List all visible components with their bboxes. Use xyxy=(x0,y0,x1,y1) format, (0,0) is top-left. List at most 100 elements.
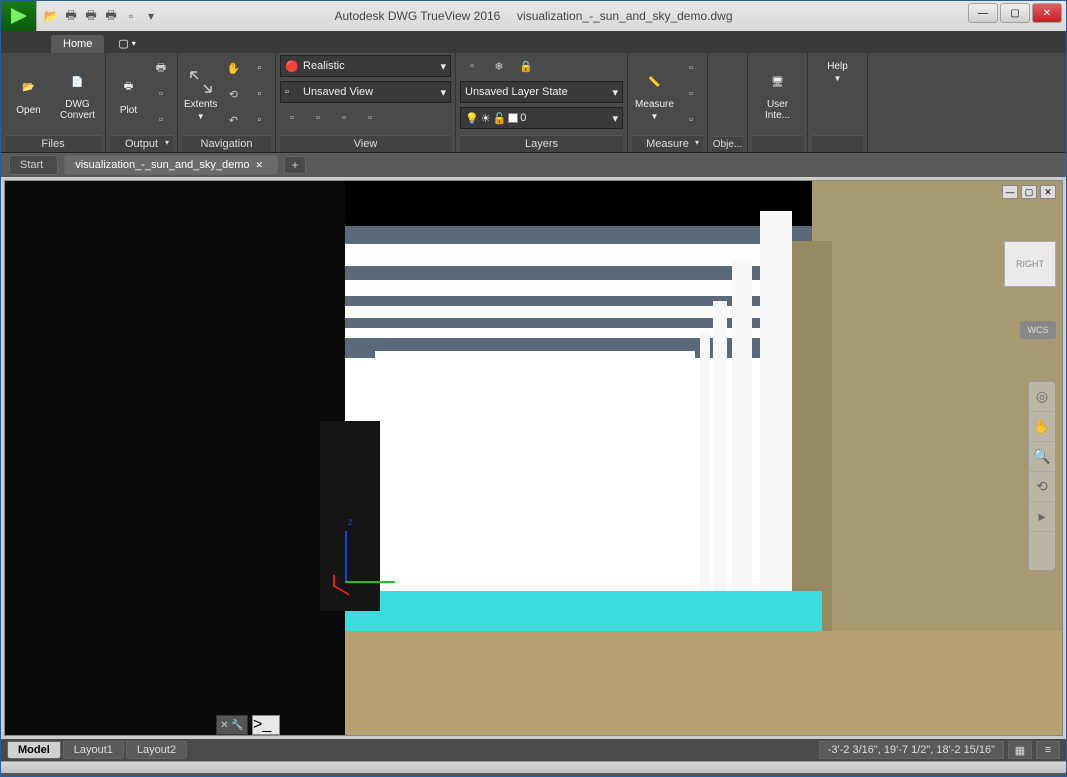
layer-current-dropdown[interactable]: 💡 ☀ 🔓 0 ▾ xyxy=(460,107,623,129)
close-tab-icon[interactable]: ✕ xyxy=(256,160,264,171)
layer-state-dropdown[interactable]: Unsaved Layer State ▾ xyxy=(460,81,623,103)
chevron-down-icon: ▾ xyxy=(440,60,446,73)
panel-output-label: Output▾ xyxy=(110,135,173,152)
drawing-viewport[interactable]: — ▢ ✕ RIGHT WCS ◎ ✋ 🔍 ⟲ ▸ xyxy=(4,180,1063,736)
doc-name: visualization_-_sun_and_sky_demo.dwg xyxy=(517,9,732,23)
view-tool-1-icon[interactable]: ▫ xyxy=(280,107,304,129)
layer-freeze-icon[interactable]: ❄ xyxy=(487,55,511,77)
viewport-maximize-icon[interactable]: ▢ xyxy=(1021,185,1037,199)
status-customize-icon[interactable]: ≡ xyxy=(1036,741,1060,759)
batch-plot-icon[interactable]: 🖶 xyxy=(149,57,173,79)
nav-icon-2[interactable]: ▫ xyxy=(247,83,271,105)
quick-access-toolbar: 📂 🖶 🖶 🖶 ▫ ▾ xyxy=(43,8,159,24)
user-interface-button[interactable]: 🖥 User Inte... xyxy=(752,55,803,133)
save-icon[interactable]: 🖶 xyxy=(63,8,79,24)
pan-icon[interactable]: ✋ xyxy=(221,57,245,79)
scene-3d xyxy=(5,181,1062,735)
application-menu-button[interactable] xyxy=(1,1,37,31)
sphere-icon: 🔴 xyxy=(285,59,299,73)
saved-view-dropdown[interactable]: ▫Unsaved View▾ xyxy=(280,81,451,103)
panel-ui-label xyxy=(752,135,803,152)
measure-tool-3-icon[interactable]: ▫ xyxy=(679,109,703,131)
panel-measure: 📏 Measure ▼ ▫ ▫ ▫ Measure▾ xyxy=(628,53,708,152)
panel-obj-label[interactable]: Obje... xyxy=(712,136,743,152)
layout-tab-1[interactable]: Layout1 xyxy=(63,741,124,759)
showmotion-icon[interactable]: ▸ xyxy=(1029,502,1055,532)
help-label: Help xyxy=(827,61,848,72)
plot-icon[interactable]: 🖶 xyxy=(83,8,99,24)
view-icon: ▫ xyxy=(285,85,299,99)
nav-icon-3[interactable]: ▫ xyxy=(247,109,271,131)
tab-add[interactable]: ▢ ▾ xyxy=(108,34,145,53)
visual-style-value: Realistic xyxy=(303,60,345,72)
file-tabs: Start visualization_-_sun_and_sky_demo✕ … xyxy=(1,153,1066,177)
print-icon[interactable]: 🖶 xyxy=(103,8,119,24)
nav-icon-1[interactable]: ▫ xyxy=(247,57,271,79)
file-tab-start[interactable]: Start xyxy=(9,155,58,175)
orbit-icon[interactable]: ⟲ xyxy=(221,83,245,105)
layer-state-value: Unsaved Layer State xyxy=(465,86,568,98)
panel-layers: ▫ ❄ 🔒 Unsaved Layer State ▾ 💡 ☀ 🔓 0 ▾ Lay… xyxy=(456,53,628,152)
color-swatch xyxy=(508,113,518,123)
navigation-bar: ◎ ✋ 🔍 ⟲ ▸ xyxy=(1028,381,1056,571)
help-button[interactable]: Help ▼ xyxy=(812,55,863,133)
plot-label: Plot xyxy=(120,105,137,116)
viewcube[interactable]: RIGHT xyxy=(1004,241,1056,287)
visual-style-dropdown[interactable]: 🔴 Realistic ▾ xyxy=(280,55,451,77)
app-name: Autodesk DWG TrueView 2016 xyxy=(334,9,500,23)
pan-tool-icon[interactable]: ✋ xyxy=(1029,412,1055,442)
ruler-icon: 📏 xyxy=(640,67,670,97)
panel-navigation: Extents ▼ ✋ ⟲ ↶ ▫ ▫ ▫ Navigation xyxy=(178,53,276,152)
zoom-tool-icon[interactable]: 🔍 xyxy=(1029,442,1055,472)
open-icon[interactable]: 📂 xyxy=(43,8,59,24)
tab-home[interactable]: Home xyxy=(51,35,104,53)
layer-lock-icon[interactable]: 🔒 xyxy=(514,55,538,77)
steering-wheel-icon[interactable]: ◎ xyxy=(1029,382,1055,412)
dwg-convert-button[interactable]: 📄 DWG Convert xyxy=(54,55,101,133)
ribbon: 📂 Open 📄 DWG Convert Files 🖶 Plot 🖶 ▫ ▫ … xyxy=(1,53,1066,153)
wcs-badge[interactable]: WCS xyxy=(1020,321,1056,339)
chevron-down-icon: ▾ xyxy=(440,86,446,99)
sheet-icon[interactable]: ▫ xyxy=(123,8,139,24)
ucs-z-axis xyxy=(345,531,347,581)
window-controls: — ▢ ✕ xyxy=(968,3,1062,23)
new-tab-button[interactable]: + xyxy=(284,156,306,174)
page-setup-icon[interactable]: ▫ xyxy=(149,83,173,105)
extents-button[interactable]: Extents ▼ xyxy=(182,55,219,133)
layout-tab-model[interactable]: Model xyxy=(7,741,61,759)
open-button[interactable]: 📂 Open xyxy=(5,55,52,133)
layer-props-icon[interactable]: ▫ xyxy=(460,55,484,77)
extents-label: Extents xyxy=(184,99,217,110)
command-line-handle[interactable]: ✕ 🔧 xyxy=(216,715,248,735)
viewport-minimize-icon[interactable]: — xyxy=(1002,185,1018,199)
export-icon[interactable]: ▫ xyxy=(149,109,173,131)
file-tab-doc[interactable]: visualization_-_sun_and_sky_demo✕ xyxy=(64,155,278,175)
zoom-back-icon[interactable]: ↶ xyxy=(221,109,245,131)
view-tool-2-icon[interactable]: ▫ xyxy=(306,107,330,129)
chevron-down-icon: ▾ xyxy=(612,112,618,125)
panel-help-label xyxy=(812,135,863,152)
panel-view: 🔴Realistic▾ ▫Unsaved View▾ ▫ ▫ ▫ ▫ View xyxy=(276,53,456,152)
chevron-down-icon: ▾ xyxy=(612,86,618,99)
measure-button[interactable]: 📏 Measure ▼ xyxy=(632,55,677,133)
command-input[interactable]: >_ xyxy=(252,715,280,735)
panel-measure-label: Measure▾ xyxy=(632,135,703,152)
panel-layers-label: Layers xyxy=(460,135,623,152)
panel-nav-label: Navigation xyxy=(182,135,271,152)
view-tool-4-icon[interactable]: ▫ xyxy=(358,107,382,129)
measure-tool-2-icon[interactable]: ▫ xyxy=(679,83,703,105)
status-grid-icon[interactable]: ▦ xyxy=(1008,741,1032,759)
measure-tool-1-icon[interactable]: ▫ xyxy=(679,57,703,79)
plot-button[interactable]: 🖶 Plot xyxy=(110,55,147,133)
close-button[interactable]: ✕ xyxy=(1032,3,1062,23)
minimize-button[interactable]: — xyxy=(968,3,998,23)
viewport-close-icon[interactable]: ✕ xyxy=(1040,185,1056,199)
ui-label: User Inte... xyxy=(754,99,801,121)
window-frame-bottom xyxy=(1,761,1066,773)
maximize-button[interactable]: ▢ xyxy=(1000,3,1030,23)
orbit-tool-icon[interactable]: ⟲ xyxy=(1029,472,1055,502)
view-tool-3-icon[interactable]: ▫ xyxy=(332,107,356,129)
layout-tab-2[interactable]: Layout2 xyxy=(126,741,187,759)
command-line: ✕ 🔧 >_ xyxy=(216,714,280,736)
qat-dropdown-icon[interactable]: ▾ xyxy=(143,8,159,24)
